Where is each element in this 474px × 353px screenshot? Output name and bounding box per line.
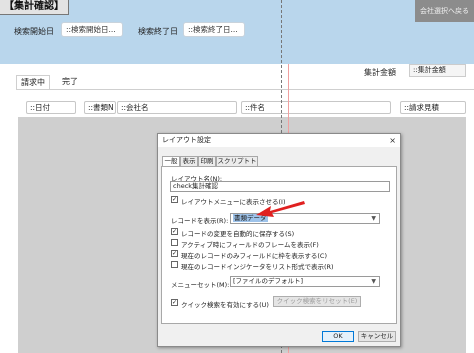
option-field-frame-label: アクティブ時にフィールドのフレームを表示(F) bbox=[181, 241, 319, 249]
search-start-field[interactable]: ::検索開始日... bbox=[61, 22, 123, 37]
column-document-number[interactable]: ::書類N bbox=[84, 101, 116, 114]
tab-complete[interactable]: 完了 bbox=[58, 75, 86, 89]
back-to-company-button[interactable]: 会社選択へ戻る bbox=[415, 0, 474, 22]
menu-set-value: [ファイルのデフォルト] bbox=[233, 277, 304, 285]
column-company-name[interactable]: ::会社名 bbox=[117, 101, 237, 114]
option-current-record-frame-label: 現在のレコードのみフィールドに枠を表示する(C) bbox=[181, 252, 327, 260]
arrow-shape bbox=[256, 201, 305, 217]
menu-set-select[interactable]: [ファイルのデフォルト] ▼ bbox=[230, 276, 380, 287]
search-end-label: 検索終了日 bbox=[138, 27, 178, 36]
layout-name-input[interactable]: check集計確認 bbox=[170, 181, 390, 192]
close-icon[interactable]: × bbox=[389, 134, 396, 147]
option-field-frame-checkbox[interactable] bbox=[171, 239, 178, 246]
quick-find-checkbox[interactable]: ✓ bbox=[171, 299, 178, 306]
option-record-indicator-checkbox[interactable] bbox=[171, 261, 178, 268]
quick-find-label: クイック検索を有効にする(U) bbox=[181, 301, 269, 309]
dialog-tab-print[interactable]: 印刷 bbox=[198, 156, 216, 166]
total-field[interactable]: ::集計金額 bbox=[409, 64, 466, 77]
total-label: 集計金額 bbox=[364, 68, 396, 77]
dialog-tab-script-triggers[interactable]: スクリプトトリガ bbox=[216, 156, 258, 174]
list-right-edge bbox=[466, 101, 474, 353]
column-date[interactable]: ::日付 bbox=[26, 101, 76, 114]
quick-find-reset-button[interactable]: クイック検索をリセット(E) bbox=[273, 296, 361, 307]
search-end-field[interactable]: ::検索終了日... bbox=[183, 22, 245, 37]
chevron-down-icon: ▼ bbox=[371, 215, 376, 222]
option-record-indicator-label: 現在のレコードインジケータをリスト形式で表示(R) bbox=[181, 263, 334, 271]
option-autosave-label: レコードの変更を自動的に保存する(S) bbox=[181, 230, 295, 238]
show-in-menu-checkbox[interactable]: ✓ bbox=[171, 196, 178, 203]
column-estimate[interactable]: ::請求見積 bbox=[400, 101, 466, 114]
ok-button[interactable]: OK bbox=[322, 331, 354, 342]
option-autosave-checkbox[interactable]: ✓ bbox=[171, 228, 178, 235]
dialog-title: レイアウト設定 bbox=[158, 134, 400, 147]
option-current-record-frame-checkbox[interactable]: ✓ bbox=[171, 250, 178, 257]
show-records-label: レコードを表示(R): bbox=[171, 217, 229, 225]
column-subject[interactable]: ::件名 bbox=[241, 101, 391, 114]
red-arrow-icon bbox=[256, 201, 305, 217]
tab-billing[interactable]: 請求中 bbox=[16, 75, 50, 89]
search-start-label: 検索開始日 bbox=[14, 27, 54, 36]
cancel-button[interactable]: キャンセル bbox=[358, 331, 396, 342]
chevron-down-icon: ▼ bbox=[371, 278, 376, 285]
dialog-tab-display[interactable]: 表示 bbox=[180, 156, 198, 166]
page-title: 【集計確認】 bbox=[0, 0, 69, 15]
tab-divider bbox=[16, 89, 474, 90]
menu-set-label: メニューセット(M): bbox=[171, 281, 230, 289]
